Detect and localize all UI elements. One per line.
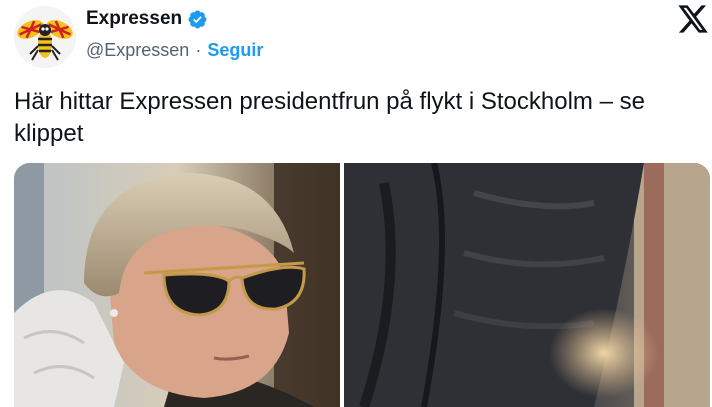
- media-grid: [14, 163, 710, 407]
- account-name[interactable]: Expressen: [86, 8, 182, 30]
- x-logo-icon[interactable]: [676, 4, 710, 34]
- account-handle[interactable]: @Expressen: [86, 40, 189, 61]
- photo-woman-sunglasses-image: [14, 163, 340, 407]
- follow-button[interactable]: Seguir: [207, 40, 263, 61]
- handle-row: @Expressen · Seguir: [86, 38, 263, 62]
- account-name-row: Expressen: [86, 6, 208, 32]
- separator-dot: ·: [195, 39, 202, 60]
- photo-dark-jacket-closeup-image: [344, 163, 710, 407]
- avatar[interactable]: [14, 6, 76, 68]
- photo-woman-sunglasses[interactable]: [14, 163, 340, 407]
- expressen-wasp-logo-icon: [14, 6, 76, 68]
- tweet-text: Här hittar Expressen presidentfrun på fl…: [14, 88, 645, 147]
- verified-badge-icon: [188, 10, 207, 28]
- photo-dark-jacket-closeup[interactable]: [344, 163, 710, 407]
